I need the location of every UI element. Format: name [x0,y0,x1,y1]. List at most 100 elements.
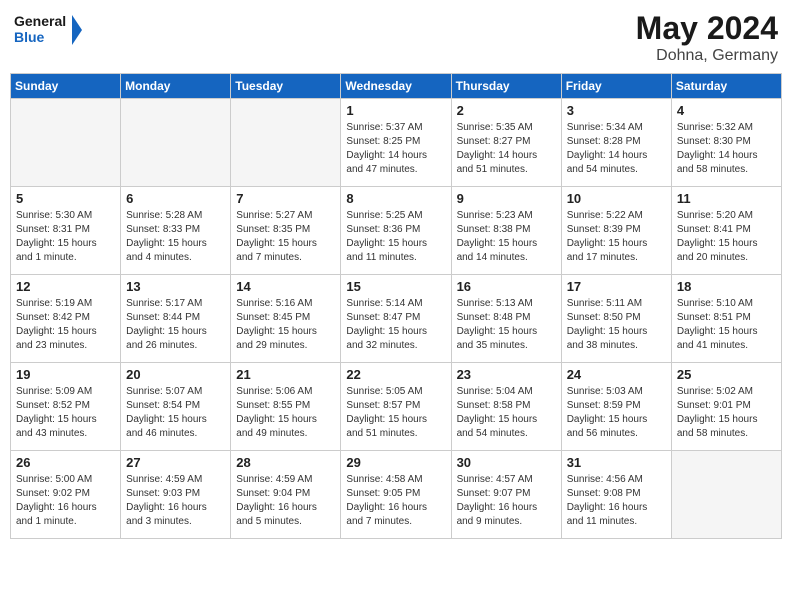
calendar-cell: 3Sunrise: 5:34 AMSunset: 8:28 PMDaylight… [561,99,671,187]
day-info: Sunrise: 4:59 AMSunset: 9:03 PMDaylight:… [126,473,225,529]
calendar-cell: 7Sunrise: 5:27 AMSunset: 8:35 PMDaylight… [231,187,341,275]
calendar-week-3: 12 Sunrise: 5:19 AMSunset: 8:42 PMDayligh… [11,275,782,363]
day-number: 12 [16,279,115,294]
calendar-cell: 13Sunrise: 5:17 AMSunset: 8:44 PMDayligh… [121,275,231,363]
calendar-week-5: 26Sunrise: 5:00 AMSunset: 9:02 PMDayligh… [11,451,782,539]
calendar-cell: 16Sunrise: 5:13 AMSunset: 8:48 PMDayligh… [451,275,561,363]
day-info: Sunrise: 5:37 AMSunset: 8:25 PMDaylight:… [346,121,445,177]
svg-text:Blue: Blue [14,29,45,45]
day-info: Sunrise: 5:25 AMSunset: 8:36 PMDaylight:… [346,209,445,265]
day-number: 1 [346,103,445,118]
day-number: 4 [677,103,776,118]
calendar-cell: 26Sunrise: 5:00 AMSunset: 9:02 PMDayligh… [11,451,121,539]
day-number: 6 [126,191,225,206]
day-info: Sunrise: 4:59 AMSunset: 9:04 PMDaylight:… [236,473,335,529]
calendar-cell: 22Sunrise: 5:05 AMSunset: 8:57 PMDayligh… [341,363,451,451]
calendar-cell: 19 Sunrise: 5:09 AMSunset: 8:52 PMDayligh… [11,363,121,451]
calendar-cell: 30Sunrise: 4:57 AMSunset: 9:07 PMDayligh… [451,451,561,539]
day-info: Sunrise: 5:30 AMSunset: 8:31 PMDaylight:… [16,209,115,265]
day-info: Sunrise: 5:22 AMSunset: 8:39 PMDaylight:… [567,209,666,265]
day-number: 8 [346,191,445,206]
calendar-cell: 29 Sunrise: 4:58 AMSunset: 9:05 PMDayligh… [341,451,451,539]
weekday-header-wednesday: Wednesday [341,74,451,99]
day-info: Sunrise: 5:16 AMSunset: 8:45 PMDaylight:… [236,297,335,353]
day-number: 2 [457,103,556,118]
weekday-header-sunday: Sunday [11,74,121,99]
day-number: 19 [16,367,115,382]
day-info: Sunrise: 5:04 AMSunset: 8:58 PMDaylight:… [457,385,556,441]
logo: General Blue [14,10,84,50]
day-number: 17 [567,279,666,294]
day-number: 30 [457,455,556,470]
day-info: Sunrise: 5:14 AMSunset: 8:47 PMDaylight:… [346,297,445,353]
page-header: General Blue May 2024 Dohna, Germany [10,10,782,65]
day-info: Sunrise: 5:28 AMSunset: 8:33 PMDaylight:… [126,209,225,265]
calendar-cell: 8 Sunrise: 5:25 AMSunset: 8:36 PMDaylight… [341,187,451,275]
calendar-cell: 18 Sunrise: 5:10 AMSunset: 8:51 PMDayligh… [671,275,781,363]
day-info: Sunrise: 5:07 AMSunset: 8:54 PMDaylight:… [126,385,225,441]
day-number: 18 [677,279,776,294]
calendar-cell [121,99,231,187]
weekday-header-tuesday: Tuesday [231,74,341,99]
day-info: Sunrise: 4:58 AMSunset: 9:05 PMDaylight:… [346,473,445,529]
day-number: 16 [457,279,556,294]
calendar-week-4: 19 Sunrise: 5:09 AMSunset: 8:52 PMDayligh… [11,363,782,451]
calendar-cell: 14 Sunrise: 5:16 AMSunset: 8:45 PMDayligh… [231,275,341,363]
day-number: 10 [567,191,666,206]
day-number: 31 [567,455,666,470]
calendar-cell: 21Sunrise: 5:06 AMSunset: 8:55 PMDayligh… [231,363,341,451]
day-info: Sunrise: 5:35 AMSunset: 8:27 PMDaylight:… [457,121,556,177]
day-number: 22 [346,367,445,382]
calendar-cell: 11Sunrise: 5:20 AMSunset: 8:41 PMDayligh… [671,187,781,275]
calendar-week-1: 1 Sunrise: 5:37 AMSunset: 8:25 PMDaylight… [11,99,782,187]
day-number: 27 [126,455,225,470]
month-title: May 2024 [636,10,778,47]
calendar-cell: 4 Sunrise: 5:32 AMSunset: 8:30 PMDaylight… [671,99,781,187]
day-number: 29 [346,455,445,470]
day-number: 7 [236,191,335,206]
calendar-cell: 10 Sunrise: 5:22 AMSunset: 8:39 PMDayligh… [561,187,671,275]
calendar-cell: 27 Sunrise: 4:59 AMSunset: 9:03 PMDayligh… [121,451,231,539]
calendar-cell [671,451,781,539]
day-number: 13 [126,279,225,294]
calendar-cell: 24 Sunrise: 5:03 AMSunset: 8:59 PMDayligh… [561,363,671,451]
calendar-cell [11,99,121,187]
day-info: Sunrise: 5:09 AMSunset: 8:52 PMDaylight:… [16,385,115,441]
calendar-cell: 6 Sunrise: 5:28 AMSunset: 8:33 PMDaylight… [121,187,231,275]
day-info: Sunrise: 5:19 AMSunset: 8:42 PMDaylight:… [16,297,115,353]
day-info: Sunrise: 4:56 AMSunset: 9:08 PMDaylight:… [567,473,666,529]
day-number: 23 [457,367,556,382]
location-subtitle: Dohna, Germany [636,47,778,65]
calendar-cell: 5Sunrise: 5:30 AMSunset: 8:31 PMDaylight… [11,187,121,275]
day-number: 28 [236,455,335,470]
day-number: 9 [457,191,556,206]
day-number: 15 [346,279,445,294]
day-info: Sunrise: 5:32 AMSunset: 8:30 PMDaylight:… [677,121,776,177]
calendar-cell: 9 Sunrise: 5:23 AMSunset: 8:38 PMDaylight… [451,187,561,275]
day-info: Sunrise: 5:10 AMSunset: 8:51 PMDaylight:… [677,297,776,353]
day-number: 20 [126,367,225,382]
calendar-cell: 25Sunrise: 5:02 AMSunset: 9:01 PMDayligh… [671,363,781,451]
weekday-header-thursday: Thursday [451,74,561,99]
day-number: 25 [677,367,776,382]
calendar-cell: 20 Sunrise: 5:07 AMSunset: 8:54 PMDayligh… [121,363,231,451]
weekday-header-monday: Monday [121,74,231,99]
day-number: 14 [236,279,335,294]
calendar-week-2: 5Sunrise: 5:30 AMSunset: 8:31 PMDaylight… [11,187,782,275]
day-number: 21 [236,367,335,382]
svg-text:General: General [14,13,66,29]
weekday-header-friday: Friday [561,74,671,99]
weekday-header-saturday: Saturday [671,74,781,99]
calendar-cell: 31 Sunrise: 4:56 AMSunset: 9:08 PMDayligh… [561,451,671,539]
day-info: Sunrise: 5:00 AMSunset: 9:02 PMDaylight:… [16,473,115,529]
calendar-cell: 28 Sunrise: 4:59 AMSunset: 9:04 PMDayligh… [231,451,341,539]
day-info: Sunrise: 5:23 AMSunset: 8:38 PMDaylight:… [457,209,556,265]
calendar-cell: 17 Sunrise: 5:11 AMSunset: 8:50 PMDayligh… [561,275,671,363]
calendar-cell: 1 Sunrise: 5:37 AMSunset: 8:25 PMDaylight… [341,99,451,187]
calendar-cell: 12 Sunrise: 5:19 AMSunset: 8:42 PMDayligh… [11,275,121,363]
day-number: 24 [567,367,666,382]
calendar-cell [231,99,341,187]
day-info: Sunrise: 5:20 AMSunset: 8:41 PMDaylight:… [677,209,776,265]
day-info: Sunrise: 5:11 AMSunset: 8:50 PMDaylight:… [567,297,666,353]
day-info: Sunrise: 5:03 AMSunset: 8:59 PMDaylight:… [567,385,666,441]
